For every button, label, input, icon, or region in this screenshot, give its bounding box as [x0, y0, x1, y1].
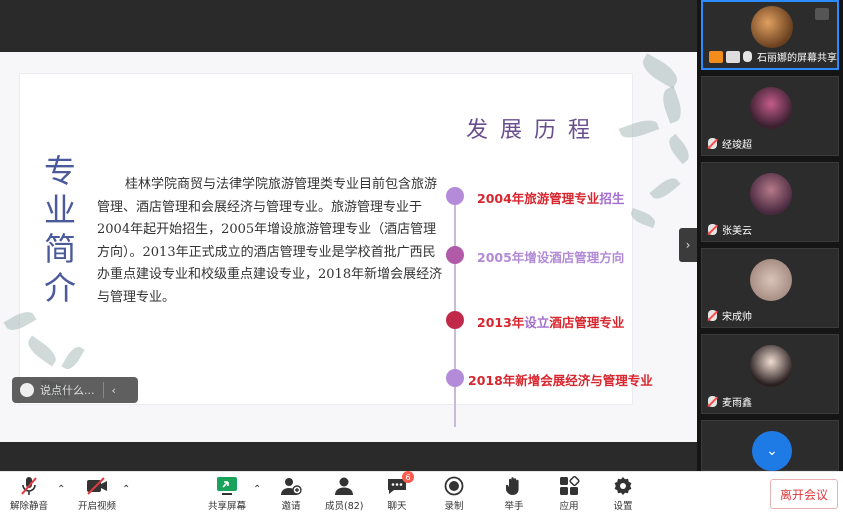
avatar [750, 259, 792, 301]
timeline-event-2005: 2005年增设酒店管理方向 [477, 250, 625, 265]
chevron-up-icon[interactable]: ⌃ [57, 484, 65, 495]
chevron-up-icon[interactable]: ⌃ [253, 484, 261, 495]
leaf-decoration [649, 173, 681, 204]
timeline-event-2004: 2004年旅游管理专业招生 [477, 191, 625, 206]
chevron-left-icon[interactable]: ‹ [112, 384, 116, 397]
participant-tile[interactable]: 麦雨鑫 [701, 334, 839, 414]
hand-icon [503, 476, 525, 496]
leaf-decoration [638, 53, 682, 89]
mic-off-icon [708, 310, 717, 321]
apps-icon [558, 476, 580, 496]
participant-tile[interactable]: ⌄ [701, 420, 839, 471]
timeline-dot [446, 187, 464, 205]
mic-off-icon [815, 8, 829, 20]
participant-name-row: 经竣超 [708, 136, 752, 151]
participant-name-row: 石丽娜的屏幕共享 [709, 49, 837, 64]
settings-button[interactable]: 设置 [612, 476, 634, 512]
host-icon [709, 50, 723, 63]
record-button[interactable]: 录制 [443, 476, 465, 512]
chat-placeholder: 说点什么... [40, 384, 95, 397]
shared-screen-area: 专业简介 发展历程 桂林学院商贸与法律学院旅游管理类专业目前包含旅游管理、酒店管… [0, 0, 697, 471]
record-icon [443, 476, 465, 496]
emoji-icon[interactable] [20, 383, 34, 397]
timeline-event-2018: 2018年新增会展经济与管理专业 [468, 373, 653, 388]
participant-name-row: 张美云 [708, 222, 752, 237]
mic-off-icon [708, 138, 717, 149]
leaf-decoration [658, 86, 686, 124]
timeline-dot [446, 311, 464, 329]
mic-off-icon [18, 476, 40, 496]
chevron-up-icon[interactable]: ⌃ [122, 484, 130, 495]
timeline-event-2013: 2013年设立酒店管理专业 [477, 315, 625, 330]
chat-unread-badge: 6 [402, 471, 414, 483]
avatar [750, 345, 792, 387]
participant-tile[interactable]: 石丽娜的屏幕共享 [701, 0, 839, 70]
unmute-button[interactable]: 解除静音 [10, 476, 48, 512]
divider [102, 382, 104, 398]
gear-icon [612, 476, 634, 496]
mic-off-icon [708, 224, 717, 235]
mic-icon [743, 51, 752, 62]
timeline-dot [446, 369, 464, 387]
intro-paragraph: 桂林学院商贸与法律学院旅游管理类专业目前包含旅游管理、酒店管理和会展经济与管理专… [97, 174, 443, 309]
share-screen-icon [216, 476, 238, 496]
vertical-title: 专业简介 [43, 152, 76, 307]
chat-icon: 6 [386, 471, 414, 496]
members-icon [333, 476, 355, 496]
invite-button[interactable]: 邀请 [280, 476, 302, 512]
avatar [750, 87, 792, 129]
camera-off-icon [86, 476, 108, 496]
slide-heading: 发展历程 [466, 118, 603, 143]
leaf-decoration [628, 207, 658, 229]
leaf-decoration [664, 133, 694, 165]
chat-input[interactable]: 说点什么... ‹ [12, 377, 138, 403]
participant-tile[interactable]: 张美云 [701, 162, 839, 242]
timeline-line [454, 192, 456, 427]
leave-meeting-button[interactable]: 离开会议 [770, 479, 838, 509]
raise-hand-button[interactable]: 举手 [503, 476, 525, 512]
participant-tile[interactable]: 宋成帅 [701, 248, 839, 328]
participant-panel: 石丽娜的屏幕共享 经竣超 张美云 宋成帅 麦雨鑫 ⌄ [697, 0, 843, 471]
apps-button[interactable]: 应用 [558, 476, 580, 512]
meeting-toolbar: 解除静音 ⌃ 开启视频 ⌃ 共享屏幕 ⌃ 邀请 成员(82) 6 聊天 录制 举… [0, 471, 843, 515]
participant-name-row: 麦雨鑫 [708, 394, 752, 409]
avatar [750, 173, 792, 215]
participant-tile[interactable]: 经竣超 [701, 76, 839, 156]
start-video-button[interactable]: 开启视频 [78, 476, 116, 512]
scroll-down-button[interactable]: ⌄ [752, 431, 792, 471]
members-button[interactable]: 成员(82) [325, 476, 364, 512]
chat-button[interactable]: 6 聊天 [386, 471, 414, 512]
screen-share-icon [726, 50, 740, 63]
timeline-dot [446, 246, 464, 264]
intro-paragraph-text: 桂林学院商贸与法律学院旅游管理类专业目前包含旅游管理、酒店管理和会展经济与管理专… [97, 177, 443, 305]
avatar [751, 6, 793, 48]
mic-off-icon [708, 396, 717, 407]
invite-icon [280, 476, 302, 496]
share-screen-button[interactable]: 共享屏幕 [208, 476, 246, 512]
participant-name-row: 宋成帅 [708, 308, 752, 323]
collapse-panel-button[interactable]: › [679, 228, 697, 262]
